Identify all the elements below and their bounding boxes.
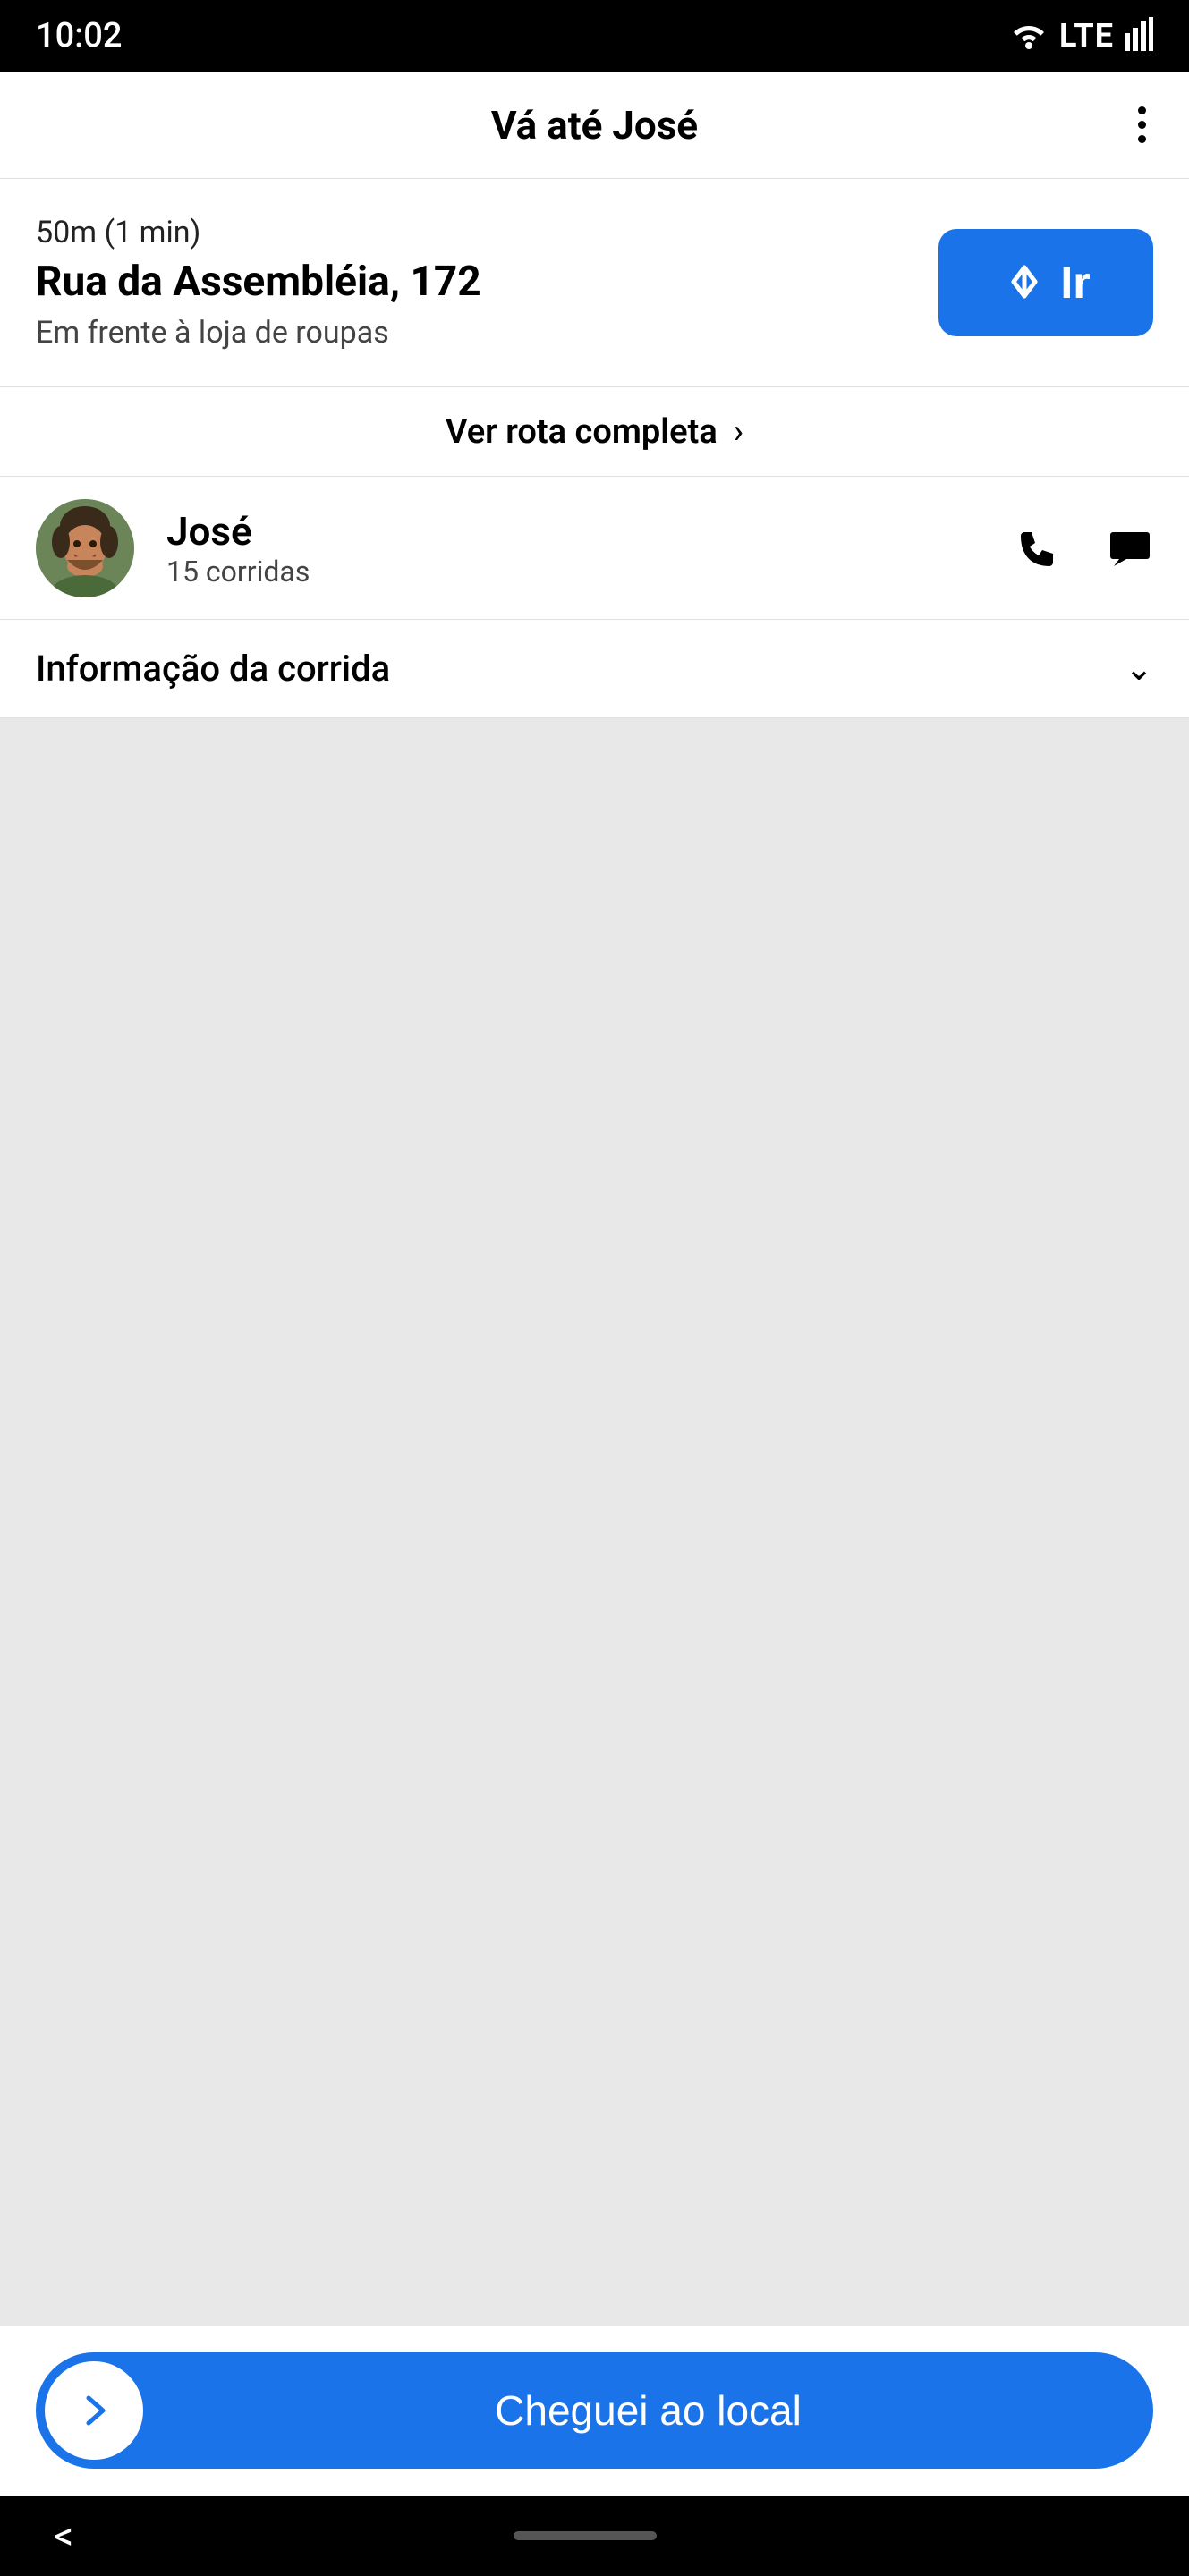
ride-info-section[interactable]: Informação da corrida ⌄ <box>0 620 1189 718</box>
avatar <box>36 499 134 597</box>
call-button[interactable] <box>1015 525 1062 572</box>
message-button[interactable] <box>1107 525 1153 572</box>
route-address: Rua da Assembléia, 172 <box>36 258 912 306</box>
full-route-button[interactable]: Ver rota completa › <box>0 387 1189 477</box>
menu-dot <box>1138 135 1146 143</box>
wifi-icon <box>1009 19 1049 53</box>
go-button-label: Ir <box>1060 257 1090 309</box>
chevron-down-icon: ⌄ <box>1125 648 1153 689</box>
more-options-button[interactable] <box>1131 99 1153 150</box>
menu-dot <box>1138 121 1146 129</box>
lte-label: LTE <box>1059 17 1114 55</box>
bottom-section: Cheguei ao local <box>0 2326 1189 2496</box>
home-indicator <box>514 2531 657 2540</box>
status-bar: 10:02 LTE <box>0 0 1189 72</box>
signal-icon <box>1125 17 1153 55</box>
driver-rides: 15 corridas <box>166 555 983 589</box>
driver-name: José <box>166 508 983 555</box>
header: Vá até José <box>0 72 1189 179</box>
arrived-slider-handle <box>45 2361 143 2460</box>
route-note: Em frente à loja de roupas <box>36 315 912 351</box>
route-info: 50m (1 min) Rua da Assembléia, 172 Em fr… <box>36 215 912 351</box>
header-title: Vá até José <box>491 102 698 148</box>
full-route-label: Ver rota completa <box>446 412 718 452</box>
arrived-label: Cheguei ao local <box>143 2386 1153 2435</box>
arrived-button[interactable]: Cheguei ao local <box>36 2352 1153 2469</box>
go-button[interactable]: Ir <box>938 229 1153 336</box>
ride-info-title: Informação da corrida <box>36 648 390 690</box>
navigation-icon <box>1001 258 1048 308</box>
nav-bar: < <box>0 2496 1189 2576</box>
driver-actions <box>1015 525 1153 572</box>
status-icons: LTE <box>1009 17 1153 55</box>
map-view[interactable] <box>0 718 1189 2326</box>
menu-dot <box>1138 106 1146 114</box>
back-button[interactable]: < <box>54 2512 73 2559</box>
avatar-image <box>36 499 134 597</box>
route-time-distance: 50m (1 min) <box>36 215 912 250</box>
route-section: 50m (1 min) Rua da Assembléia, 172 Em fr… <box>0 179 1189 387</box>
driver-info: José 15 corridas <box>166 508 983 589</box>
driver-section: José 15 corridas <box>0 477 1189 620</box>
chevron-right-icon: › <box>734 412 743 452</box>
status-time: 10:02 <box>36 16 122 55</box>
